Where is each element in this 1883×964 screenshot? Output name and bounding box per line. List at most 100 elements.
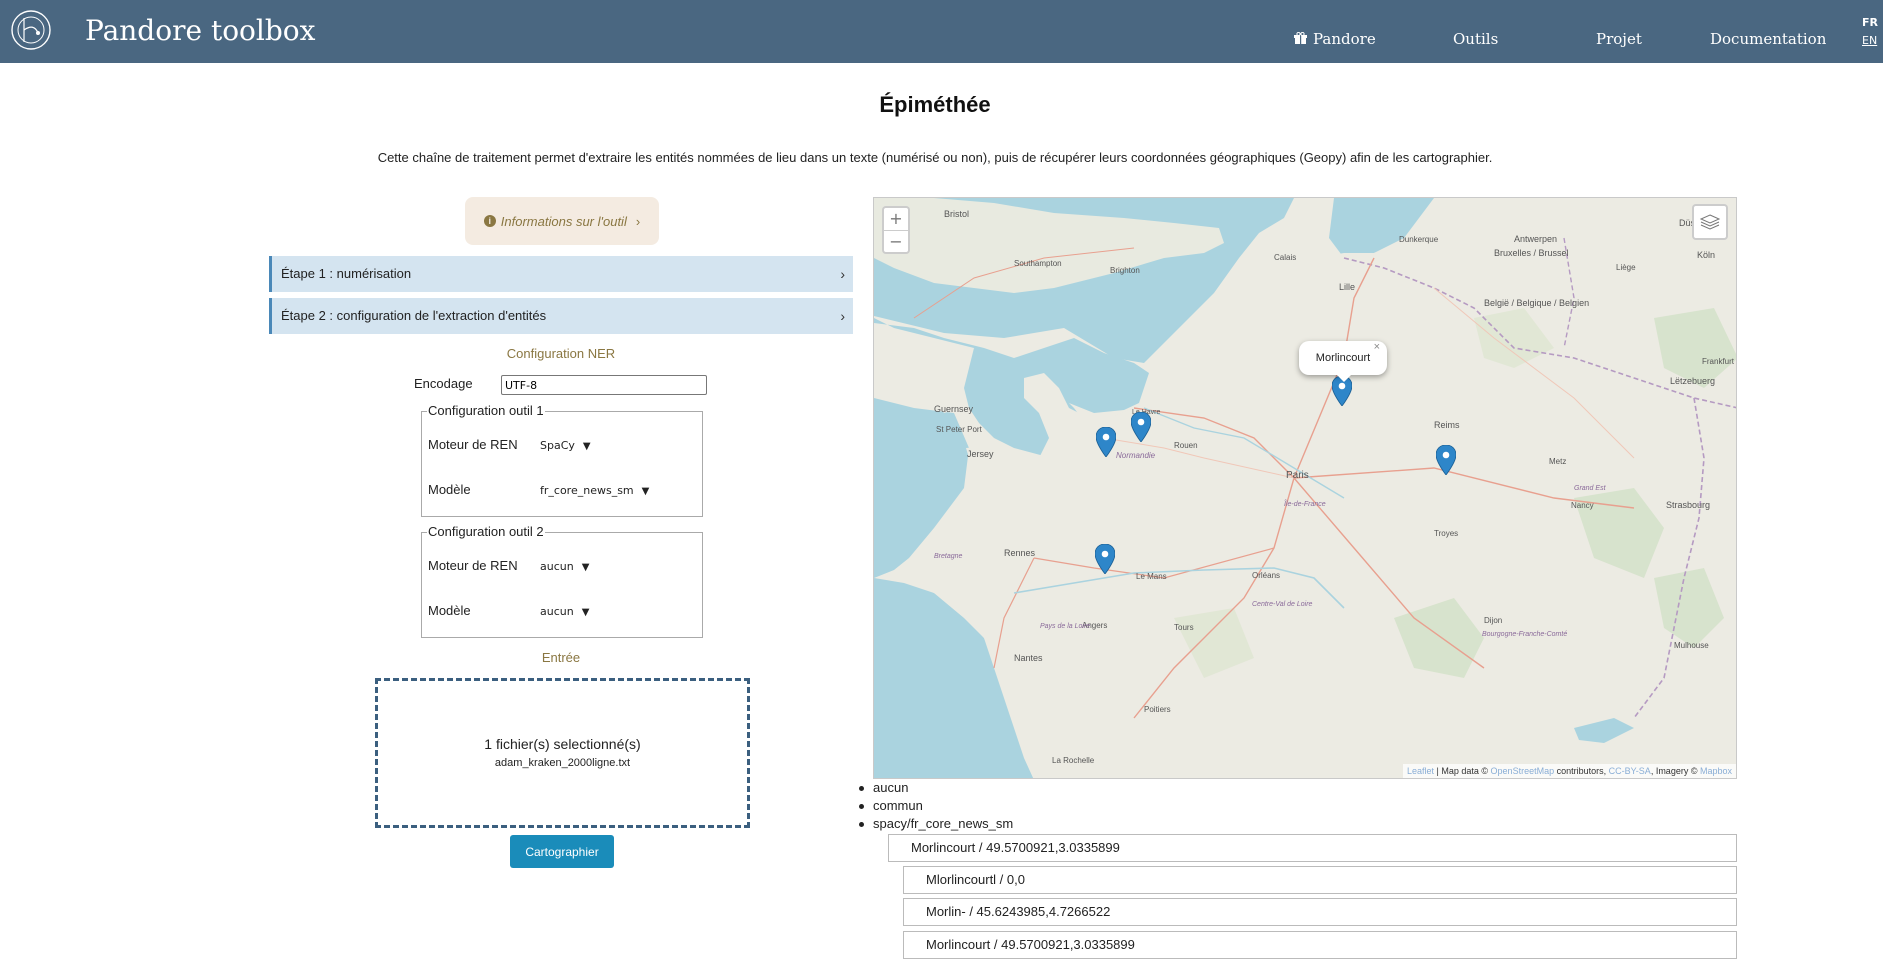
list-item: spacy/fr_core_news_sm [858,816,1014,831]
pandore-logo-icon[interactable] [10,9,52,51]
map-label: Normandie [1116,451,1156,460]
lang-en[interactable]: EN [1862,34,1877,47]
map-label: Rouen [1174,441,1198,450]
layers-icon [1699,214,1721,230]
map-label: Nantes [1014,653,1043,663]
cartographier-button[interactable]: Cartographier [510,835,614,868]
map-label: Calais [1274,253,1296,262]
nav-pandore[interactable]: Pandore [1294,30,1376,48]
attribution-text: , Imagery © [1650,766,1700,776]
osm-link[interactable]: OpenStreetMap [1491,766,1555,776]
map-marker-icon[interactable] [1095,544,1115,574]
ner-config-title: Configuration NER [506,346,616,361]
page-title: Épiméthée [879,92,991,117]
popup-close-icon[interactable]: × [1374,330,1380,364]
encoding-label: Encodage [414,376,473,391]
selected-files-count: 1 fichier(s) selectionné(s) [484,736,641,752]
nav-outils[interactable]: Outils [1453,30,1498,48]
file-dropzone[interactable]: 1 fichier(s) selectionné(s) adam_kraken_… [375,678,750,828]
license-link[interactable]: CC-BY-SA [1609,766,1651,776]
page-description: Cette chaîne de traitement permet d'extr… [377,150,1493,165]
chevron-right-icon: › [840,308,845,324]
chevron-down-icon: ▼ [582,441,591,452]
map-label: Le Mans [1136,572,1167,581]
zoom-out-button[interactable]: − [884,231,908,253]
map-label: Metz [1549,457,1566,466]
map-label: St Peter Port [936,425,983,434]
tool2-model-select[interactable]: aucun ▼ [540,605,589,618]
map-label: Lëtzebuerg [1670,376,1715,386]
tool2-engine-select[interactable]: aucun ▼ [540,560,589,573]
map-label: Dunkerque [1399,235,1439,244]
gift-icon [1294,32,1307,44]
map-marker-icon[interactable] [1096,427,1116,457]
map-label: Frankfurt am Main [1702,357,1737,366]
attribution-text: contributors, [1554,766,1609,776]
map-label: Nancy [1571,501,1594,510]
map-label: Île-de-France [1284,499,1326,508]
map-marker-icon[interactable] [1436,445,1456,475]
map-label: België / Belgique / Belgien [1484,298,1589,308]
map-label: Bristol [944,209,969,219]
step2-accordion[interactable]: Étape 2 : configuration de l'extraction … [269,298,853,334]
popup-label: Morlincourt [1315,352,1371,364]
tool1-config-fieldset: Configuration outil 1 Moteur de REN SpaC… [421,403,703,517]
map-label: Köln [1697,250,1715,260]
result-item[interactable]: Morlincourt / 49.5700921,3.0335899 [903,931,1737,959]
map-label: Orléans [1252,571,1280,580]
result-item[interactable]: Morlin- / 45.6243985,4.7266522 [903,898,1737,926]
input-title: Entrée [541,650,581,665]
map-label: Guernsey [934,404,974,414]
map-attribution: Leaflet | Map data © OpenStreetMap contr… [1403,764,1736,778]
chevron-right-icon: › [840,266,845,282]
map-label: Mulhouse [1674,641,1709,650]
info-icon: i [483,215,496,227]
lang-fr[interactable]: FR [1862,16,1878,29]
leaflet-map[interactable]: Bristol Southampton Brighton Dunkerque C… [873,197,1737,779]
tool1-engine-label: Moteur de REN [428,437,518,452]
top-navbar: Pandore toolbox Pandore Outils Projet Do… [0,0,1883,63]
map-label: Strasbourg [1666,500,1710,510]
encoding-input[interactable] [501,375,707,395]
result-item[interactable]: Mlorlincourtl / 0,0 [903,866,1737,894]
map-label: Troyes [1434,529,1458,538]
step1-accordion[interactable]: Étape 1 : numérisation › [269,256,853,292]
map-marker-icon[interactable] [1131,412,1151,442]
step2-label: Étape 2 : configuration de l'extraction … [281,308,547,323]
map-label: La Rochelle [1052,756,1095,765]
map-label: Bretagne [934,553,963,560]
selected-filename: adam_kraken_2000ligne.txt [494,757,631,769]
map-labels: Bristol Southampton Brighton Dunkerque C… [934,209,1737,765]
tool2-legend: Configuration outil 2 [427,524,545,539]
layers-button[interactable] [1692,204,1728,240]
map-label: Bourgogne-Franche-Comté [1482,631,1567,638]
leaflet-link[interactable]: Leaflet [1407,766,1434,776]
tool2-model-value: aucun [540,605,574,618]
tool-info-button[interactable]: i Informations sur l'outil › [465,197,659,245]
brand-title[interactable]: Pandore toolbox [85,14,315,47]
tool-info-label: Informations sur l'outil [500,213,627,229]
result-item[interactable]: Morlincourt / 49.5700921,3.0335899 [888,834,1737,862]
map-label: Poitiers [1144,705,1171,714]
map-zoom-control: + − [882,206,910,254]
zoom-in-button[interactable]: + [884,208,908,231]
nav-projet[interactable]: Projet [1596,30,1642,48]
tool1-engine-select[interactable]: SpaCy ▼ [540,439,591,452]
model-list: aucun commun spacy/fr_core_news_sm [858,779,1014,833]
tool1-model-select[interactable]: fr_core_news_sm ▼ [540,484,649,497]
map-label: Bruxelles / Brussel [1494,248,1569,258]
tool2-engine-label: Moteur de REN [428,558,518,573]
tool1-engine-value: SpaCy [540,439,575,452]
map-label: Rennes [1004,548,1036,558]
map-label: Antwerpen [1514,234,1557,244]
map-label: Reims [1434,420,1460,430]
map-label: Dijon [1484,616,1502,625]
map-label: Lille [1339,282,1355,292]
map-label: Southampton [1014,259,1062,268]
mapbox-link[interactable]: Mapbox [1700,766,1732,776]
nav-documentation[interactable]: Documentation [1710,30,1826,48]
chevron-down-icon: ▼ [641,486,650,497]
popup-tip [1337,375,1351,382]
tool1-model-value: fr_core_news_sm [540,484,634,497]
tool2-engine-value: aucun [540,560,574,573]
